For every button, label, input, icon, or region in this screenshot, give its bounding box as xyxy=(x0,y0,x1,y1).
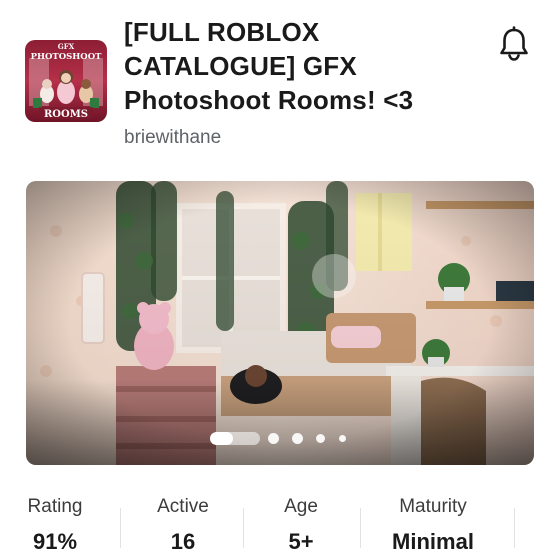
stat-label: Rating xyxy=(27,496,83,517)
carousel-dot-3[interactable] xyxy=(292,433,303,444)
carousel-dot-4[interactable] xyxy=(316,434,325,443)
stat-maturity: Maturity Minimal xyxy=(378,494,488,556)
stat-divider xyxy=(514,508,515,548)
stat-value: 16 xyxy=(170,529,196,554)
stat-active: Active 16 xyxy=(143,494,223,556)
carousel-dot-2[interactable] xyxy=(268,433,279,444)
stat-divider xyxy=(243,508,244,548)
game-title: [FULL ROBLOX CATALOGUE] GFX Photoshoot R… xyxy=(124,17,414,115)
carousel-dot-5[interactable] xyxy=(339,435,346,442)
stat-label: Age xyxy=(284,496,318,517)
stat-age: Age 5+ xyxy=(266,494,336,556)
stat-divider xyxy=(120,508,121,548)
game-thumbnail[interactable]: GFX PHOTOSHOOT ROOMS xyxy=(25,40,107,122)
thumbnail-text-middle: PHOTOSHOOT xyxy=(31,52,103,62)
stat-label: Active xyxy=(157,496,209,517)
stat-value: 5+ xyxy=(288,529,314,554)
thumbnail-text-bottom: ROOMS xyxy=(44,109,88,120)
game-header: GFX PHOTOSHOOT ROOMS [FULL ROBLOX CATALO… xyxy=(0,0,560,170)
game-stats: Rating 91% Active 16 Age 5+ Maturity Min… xyxy=(0,494,560,560)
stat-rating: Rating 91% xyxy=(16,494,94,556)
stat-value: 91% xyxy=(32,529,78,554)
carousel-progress-fill xyxy=(210,432,233,445)
game-detail-page: GFX PHOTOSHOOT ROOMS [FULL ROBLOX CATALO… xyxy=(0,0,560,560)
carousel-pagination xyxy=(26,431,534,445)
thumbnail-text-top: GFX xyxy=(58,42,75,51)
carousel-dot-active[interactable] xyxy=(210,432,260,445)
stat-value: Minimal xyxy=(392,529,474,554)
carousel-slide-image xyxy=(26,181,534,465)
stat-label: Maturity xyxy=(399,496,467,517)
creator-link[interactable]: briewithane xyxy=(124,127,221,149)
stat-divider xyxy=(360,508,361,548)
screenshot-carousel[interactable] xyxy=(26,181,534,465)
bell-icon[interactable] xyxy=(498,26,530,62)
